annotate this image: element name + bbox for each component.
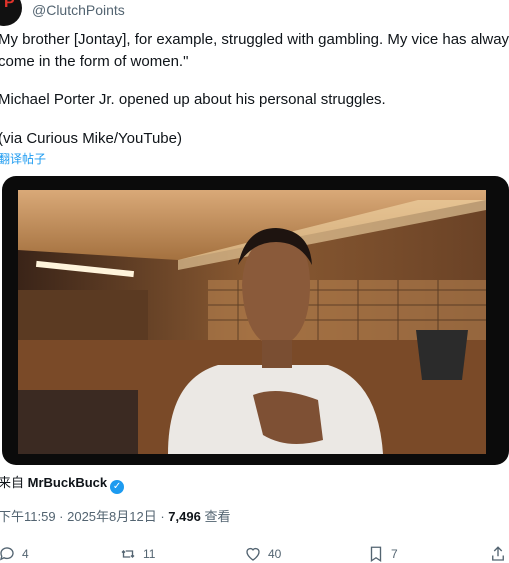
- repost-button[interactable]: 11: [119, 545, 155, 563]
- verified-badge-icon: ✓: [110, 480, 125, 494]
- repost-count: 11: [143, 547, 156, 561]
- like-count: 40: [268, 547, 282, 561]
- view-label: 查看: [200, 509, 231, 524]
- video-source: 来自 MrBuckBuck ✓: [0, 472, 125, 494]
- source-account-link[interactable]: MrBuckBuck: [28, 475, 107, 490]
- translate-post-link[interactable]: 翻译帖子: [0, 150, 46, 167]
- repost-icon: [121, 550, 135, 558]
- reply-button[interactable]: 4: [0, 545, 29, 563]
- share-button[interactable]: [489, 545, 507, 563]
- bookmark-icon: [370, 546, 382, 563]
- clutchpoints-logo-icon: P: [4, 0, 15, 11]
- like-button[interactable]: 40: [244, 545, 281, 563]
- heart-icon: [246, 547, 260, 561]
- tweet-text-line: My brother [Jontay], for example, strugg…: [0, 31, 509, 48]
- bookmark-count: 7: [391, 547, 398, 561]
- reply-icon: [0, 547, 14, 561]
- bookmark-button[interactable]: 7: [367, 545, 398, 563]
- video-thumbnail[interactable]: [18, 190, 486, 454]
- tweet-text-line: come in the form of women.": [0, 53, 189, 70]
- author-handle[interactable]: @ClutchPoints: [32, 2, 125, 18]
- reply-count: 4: [22, 547, 29, 561]
- tweet-text-line: (via Curious Mike/YouTube): [0, 130, 182, 147]
- share-icon: [492, 546, 504, 561]
- tweet-text-line: Michael Porter Jr. opened up about his p…: [0, 91, 386, 108]
- timestamp[interactable]: 下午11:59 · 2025年8月12日 ·: [0, 509, 168, 524]
- source-prefix: 来自: [0, 475, 25, 490]
- video-frame-image: [18, 190, 486, 454]
- tweet-meta: 下午11:59 · 2025年8月12日 · 7,496 查看: [0, 506, 230, 525]
- view-count: 7,496: [168, 509, 201, 524]
